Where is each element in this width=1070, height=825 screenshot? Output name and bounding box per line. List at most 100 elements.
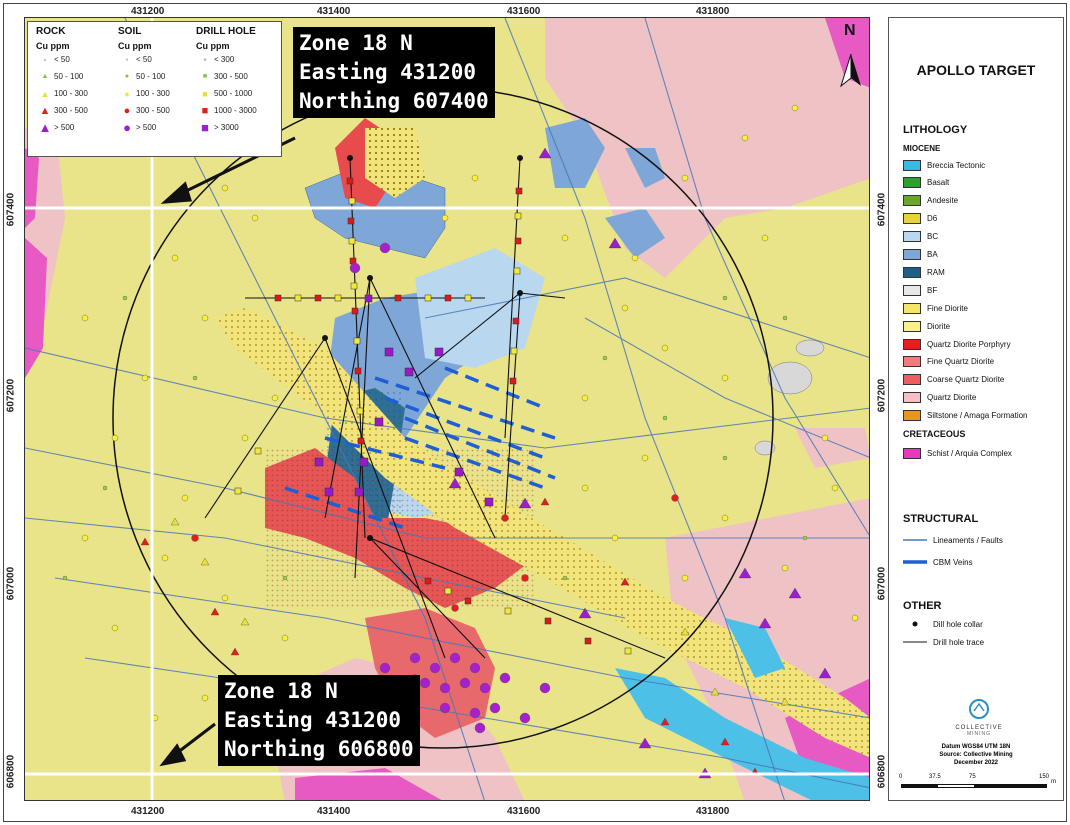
legend-row-diorite: Diorite [903, 319, 950, 333]
square-icon: ■ [202, 88, 208, 99]
legend-item: ▲ > 500 [36, 119, 88, 136]
cretaceous-heading: CRETACEOUS [903, 429, 966, 439]
legend-row-schist: Schist / Arquia Complex [903, 446, 1012, 460]
legend-item-label: < 50 [136, 55, 152, 64]
legend-row-collar: Dill hole collar [903, 617, 983, 631]
triangle-icon: ▲ [42, 56, 48, 63]
drill-legend-title: DRILL HOLE [196, 26, 256, 37]
lithology-swatch [903, 302, 921, 314]
legend-row-label: Coarse Quartz Diorite [927, 375, 1005, 385]
legend-row-coarse-quartz-diorite: Coarse Quartz Diorite [903, 373, 1004, 387]
legend-row-label: RAM [927, 267, 945, 277]
legend-row-label: Quartz Diorite [927, 393, 977, 403]
circle-icon: ● [123, 120, 131, 135]
legend-row-breccia-tectonic: Breccia Tectonic [903, 158, 985, 172]
x-tick-bottom: 431600 [507, 806, 541, 817]
rock-legend-unit: Cu ppm [36, 41, 70, 51]
legend-item-label: 100 - 300 [136, 89, 170, 98]
legend-item: ■ 300 - 500 [196, 68, 257, 85]
callout-line: Easting 431200 [299, 60, 477, 84]
callout-box-north: Zone 18 N Easting 431200 Northing 607400 [293, 27, 495, 118]
callout-line: Zone 18 N [299, 31, 413, 55]
soil-legend-title: SOIL [118, 26, 142, 37]
rock-legend-title: ROCK [36, 26, 66, 37]
structural-heading: STRUCTURAL [903, 513, 979, 525]
legend-row-label: Fine Quartz Diorite [927, 357, 995, 367]
legend-item: ● > 500 [118, 119, 170, 136]
scale-tick-label: 37.5 [929, 774, 941, 780]
scale-tick-label: 0 [899, 774, 903, 780]
circle-icon: ● [123, 104, 131, 117]
legend-row-label: Quartz Diorite Porphyry [927, 339, 1011, 349]
fault-line-icon [903, 539, 927, 541]
legend-row-label: BC [927, 232, 939, 242]
y-tick-right: 606800 [876, 754, 888, 789]
legend-item: ● 300 - 500 [118, 102, 170, 119]
legend-title: APOLLO TARGET [916, 62, 1036, 78]
bf-east [767, 361, 813, 395]
square-icon: ■ [201, 104, 209, 117]
x-tick-bottom: 431800 [696, 806, 730, 817]
legend-row-d6: D6 [903, 212, 937, 226]
lithology-swatch [903, 356, 921, 368]
y-tick-left: 607200 [5, 378, 17, 413]
callout-line: Easting 431200 [224, 708, 402, 732]
lithology-swatch [903, 195, 921, 207]
legend-row-label: D6 [927, 214, 938, 224]
y-tick-right: 607200 [876, 378, 888, 413]
scale-tick-label: 150 [1039, 774, 1050, 780]
legend-row-label: Lineaments / Faults [933, 535, 1003, 545]
legend-row-fine-diorite: Fine Diorite [903, 301, 968, 315]
geology-map[interactable]: N ROCK Cu ppm ▲ < 50 ▲ 50 - 100 ▲ 100 - 300… [24, 17, 870, 801]
legend-item-label: 100 - 300 [54, 89, 88, 98]
x-tick-top: 431200 [131, 6, 165, 17]
legend-item: ■ 1000 - 3000 [196, 102, 257, 119]
legend-item: ▲ < 50 [36, 51, 88, 68]
legend-item-label: > 500 [136, 123, 157, 132]
y-tick-left: 607000 [5, 566, 17, 601]
callout-line: Northing 606800 [224, 737, 414, 761]
legend-row-label: Basalt [927, 178, 950, 188]
legend-row-bf: BF [903, 283, 937, 297]
legend-row-fine-quartz-diorite: Fine Quartz Diorite [903, 355, 994, 369]
x-tick-bottom: 431200 [131, 806, 165, 817]
legend-row-label: CBM Veins [933, 557, 973, 567]
schist-swatch [903, 447, 921, 459]
legend-item-label: 300 - 500 [214, 72, 248, 81]
legend-item: ● < 50 [118, 51, 170, 68]
legend-row-label: Fine Diorite [927, 303, 968, 313]
legend-item-label: 50 - 100 [136, 72, 166, 81]
miocene-heading: MIOCENE [903, 144, 941, 153]
lithology-swatch [903, 177, 921, 189]
company-logo: COLLECTIVE MINING [944, 698, 1014, 737]
legend-row-faults: Lineaments / Faults [903, 533, 1003, 547]
legend-item: ■ > 3000 [196, 119, 257, 136]
legend-row-quartz-diorite-porphyry: Quartz Diorite Porphyry [903, 337, 1011, 351]
logo-icon [969, 699, 989, 719]
legend-item-label: 50 - 100 [54, 72, 84, 81]
triangle-icon: ▲ [38, 120, 52, 135]
legend-row-label: Dill hole collar [933, 619, 983, 629]
legend-row-label: BF [927, 285, 938, 295]
legend-row-label: Siltstone / Amaga Formation [927, 411, 1028, 421]
x-tick-bottom: 431400 [317, 806, 351, 817]
lithology-swatch [903, 338, 921, 350]
x-tick-top: 431800 [696, 6, 730, 17]
logo-subtext: MINING [966, 731, 992, 737]
square-icon: ■ [201, 120, 209, 135]
legend-item-label: > 500 [54, 123, 75, 132]
soil-legend-unit: Cu ppm [118, 41, 152, 51]
y-tick-left: 606800 [5, 754, 17, 789]
lithology-heading: LITHOLOGY [903, 124, 968, 136]
legend-item-label: 300 - 500 [136, 106, 170, 115]
scale-unit: m [1051, 779, 1056, 785]
legend-row-trace: Drill hole trace [903, 635, 984, 649]
legend-row-ba: BA [903, 248, 938, 262]
callout-line: Northing 607400 [299, 89, 489, 113]
lithology-swatch [903, 374, 921, 386]
circle-icon: ● [125, 56, 129, 63]
collar-dot-icon [912, 621, 918, 627]
scale-tick-label: 75 [969, 774, 976, 780]
lithology-swatch [903, 320, 921, 332]
legend-item-label: 300 - 500 [54, 106, 88, 115]
